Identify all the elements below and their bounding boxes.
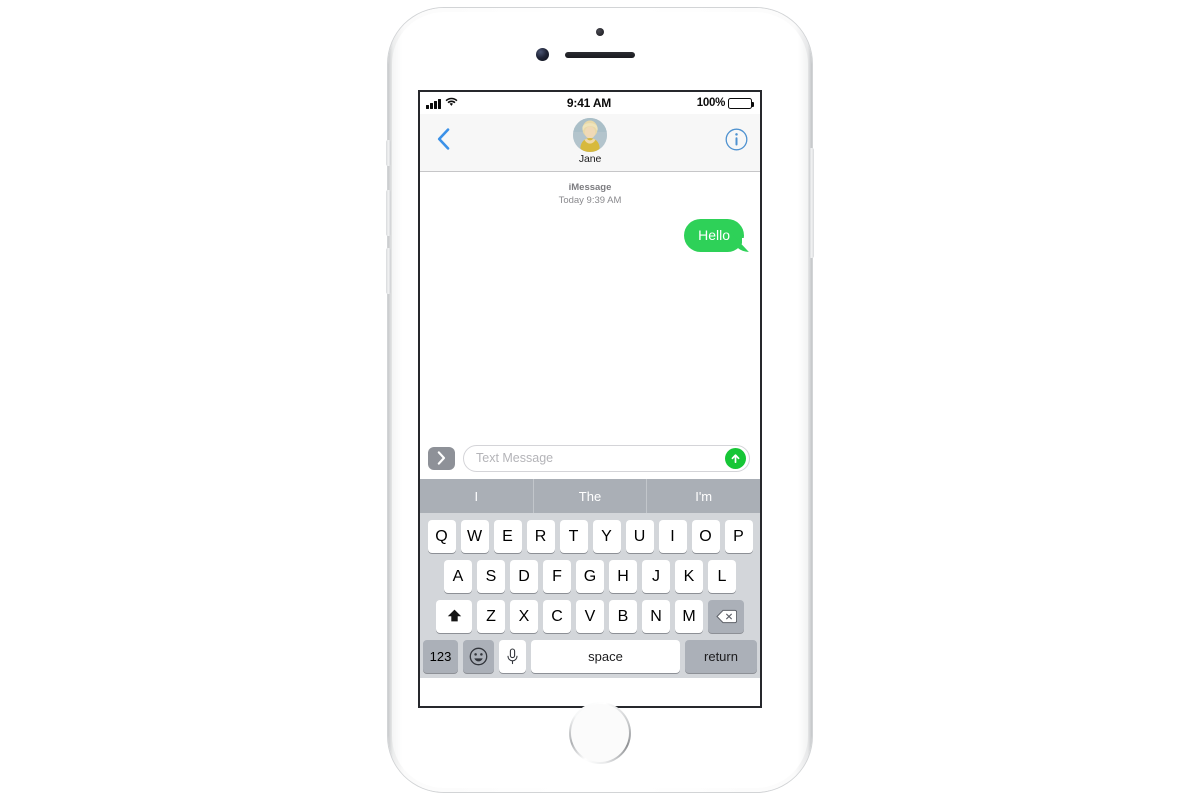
message-list[interactable]: iMessage Today 9:39 AM Hello: [420, 172, 760, 437]
conversation-meta: iMessage Today 9:39 AM: [430, 182, 750, 207]
keyboard-row-4: 123 space return: [420, 640, 760, 673]
proximity-sensor-icon: [596, 28, 604, 36]
contact-name-label: Jane: [578, 153, 602, 165]
wifi-icon: [445, 97, 458, 110]
conversation-nav-bar: Jane: [420, 114, 760, 172]
send-button[interactable]: [725, 447, 746, 469]
key-f[interactable]: F: [543, 560, 571, 593]
key-r[interactable]: R: [526, 520, 555, 553]
key-i[interactable]: I: [658, 520, 687, 553]
power-button[interactable]: [809, 148, 814, 258]
key-y[interactable]: Y: [592, 520, 621, 553]
screenshot-canvas: 9:41 AM 100% Jane iMessage Today 9:39 AM…: [0, 0, 1200, 800]
keyboard-row-2: A S D F G H J K L: [420, 560, 760, 593]
key-e[interactable]: E: [493, 520, 522, 553]
shift-key[interactable]: [436, 600, 472, 633]
contact-header[interactable]: Jane: [420, 118, 760, 165]
key-h[interactable]: H: [609, 560, 637, 593]
message-row-sent: Hello: [430, 219, 751, 253]
earpiece-speaker: [565, 52, 635, 58]
space-key[interactable]: space: [531, 640, 680, 673]
dictation-key[interactable]: [499, 640, 526, 673]
status-bar-time: 9:41 AM: [566, 96, 612, 110]
keyboard-row-1: Q W E R T Y U I O P: [420, 520, 760, 553]
key-w[interactable]: W: [460, 520, 489, 553]
front-camera-icon: [536, 48, 549, 61]
keyboard-row-3: Z X C V B N M: [420, 600, 760, 633]
shift-arrow-icon: [447, 609, 461, 622]
key-s[interactable]: S: [477, 560, 505, 593]
status-bar-left: [426, 97, 567, 109]
key-o[interactable]: O: [691, 520, 720, 553]
key-c[interactable]: C: [543, 600, 571, 633]
status-bar-right: 100%: [611, 97, 755, 109]
message-text-input[interactable]: Text Message: [463, 444, 750, 472]
volume-up-button[interactable]: [386, 190, 391, 236]
message-input-placeholder: Text Message: [476, 451, 554, 465]
contact-avatar[interactable]: [573, 118, 607, 152]
home-button-inner: [571, 704, 629, 762]
battery-percent-label: 100%: [696, 97, 726, 109]
key-b[interactable]: B: [609, 600, 637, 633]
imessage-apps-button[interactable]: [428, 446, 455, 470]
home-button[interactable]: [569, 702, 631, 764]
battery-cap: [752, 101, 755, 107]
key-z[interactable]: Z: [477, 600, 505, 633]
imessage-service-label: iMessage: [568, 182, 612, 193]
cellular-signal-icon: [426, 99, 441, 109]
numeric-key[interactable]: 123: [423, 640, 458, 673]
key-d[interactable]: D: [510, 560, 538, 593]
predictive-suggestion-3[interactable]: I'm: [646, 479, 760, 513]
info-button[interactable]: [725, 128, 748, 151]
microphone-icon: [507, 648, 518, 665]
status-bar: 9:41 AM 100%: [420, 92, 760, 114]
iphone-device: 9:41 AM 100% Jane iMessage Today 9:39 AM…: [386, 8, 814, 792]
key-n[interactable]: N: [642, 600, 670, 633]
phone-screen: 9:41 AM 100% Jane iMessage Today 9:39 AM…: [418, 90, 762, 708]
key-a[interactable]: A: [444, 560, 472, 593]
return-key[interactable]: return: [685, 640, 757, 673]
conversation-timestamp: Today 9:39 AM: [558, 194, 622, 206]
message-input-bar: Text Message: [420, 437, 760, 479]
info-circle-icon: [725, 128, 748, 151]
key-p[interactable]: P: [724, 520, 753, 553]
key-j[interactable]: J: [642, 560, 670, 593]
emoji-smiley-icon: [469, 647, 488, 666]
key-t[interactable]: T: [559, 520, 588, 553]
key-u[interactable]: U: [625, 520, 654, 553]
emoji-key[interactable]: [463, 640, 494, 673]
predictive-text-bar: I The I'm: [420, 479, 760, 513]
key-q[interactable]: Q: [427, 520, 456, 553]
battery-full-icon: [728, 97, 755, 109]
predictive-suggestion-2[interactable]: The: [532, 479, 647, 513]
mute-switch[interactable]: [386, 140, 391, 166]
message-bubble-sent[interactable]: Hello: [684, 219, 751, 253]
key-k[interactable]: K: [675, 560, 703, 593]
volume-down-button[interactable]: [386, 248, 391, 294]
arrow-up-icon: [731, 453, 740, 463]
key-m[interactable]: M: [675, 600, 703, 633]
predictive-suggestion-1[interactable]: I: [420, 479, 533, 513]
backspace-icon: [715, 609, 737, 624]
key-g[interactable]: G: [576, 560, 604, 593]
key-v[interactable]: V: [576, 600, 604, 633]
delete-key[interactable]: [708, 600, 744, 633]
key-x[interactable]: X: [510, 600, 538, 633]
onscreen-keyboard: I The I'm Q W E R T Y U I O P A S D F G …: [420, 479, 760, 678]
chevron-right-icon: [437, 451, 446, 465]
key-l[interactable]: L: [708, 560, 736, 593]
